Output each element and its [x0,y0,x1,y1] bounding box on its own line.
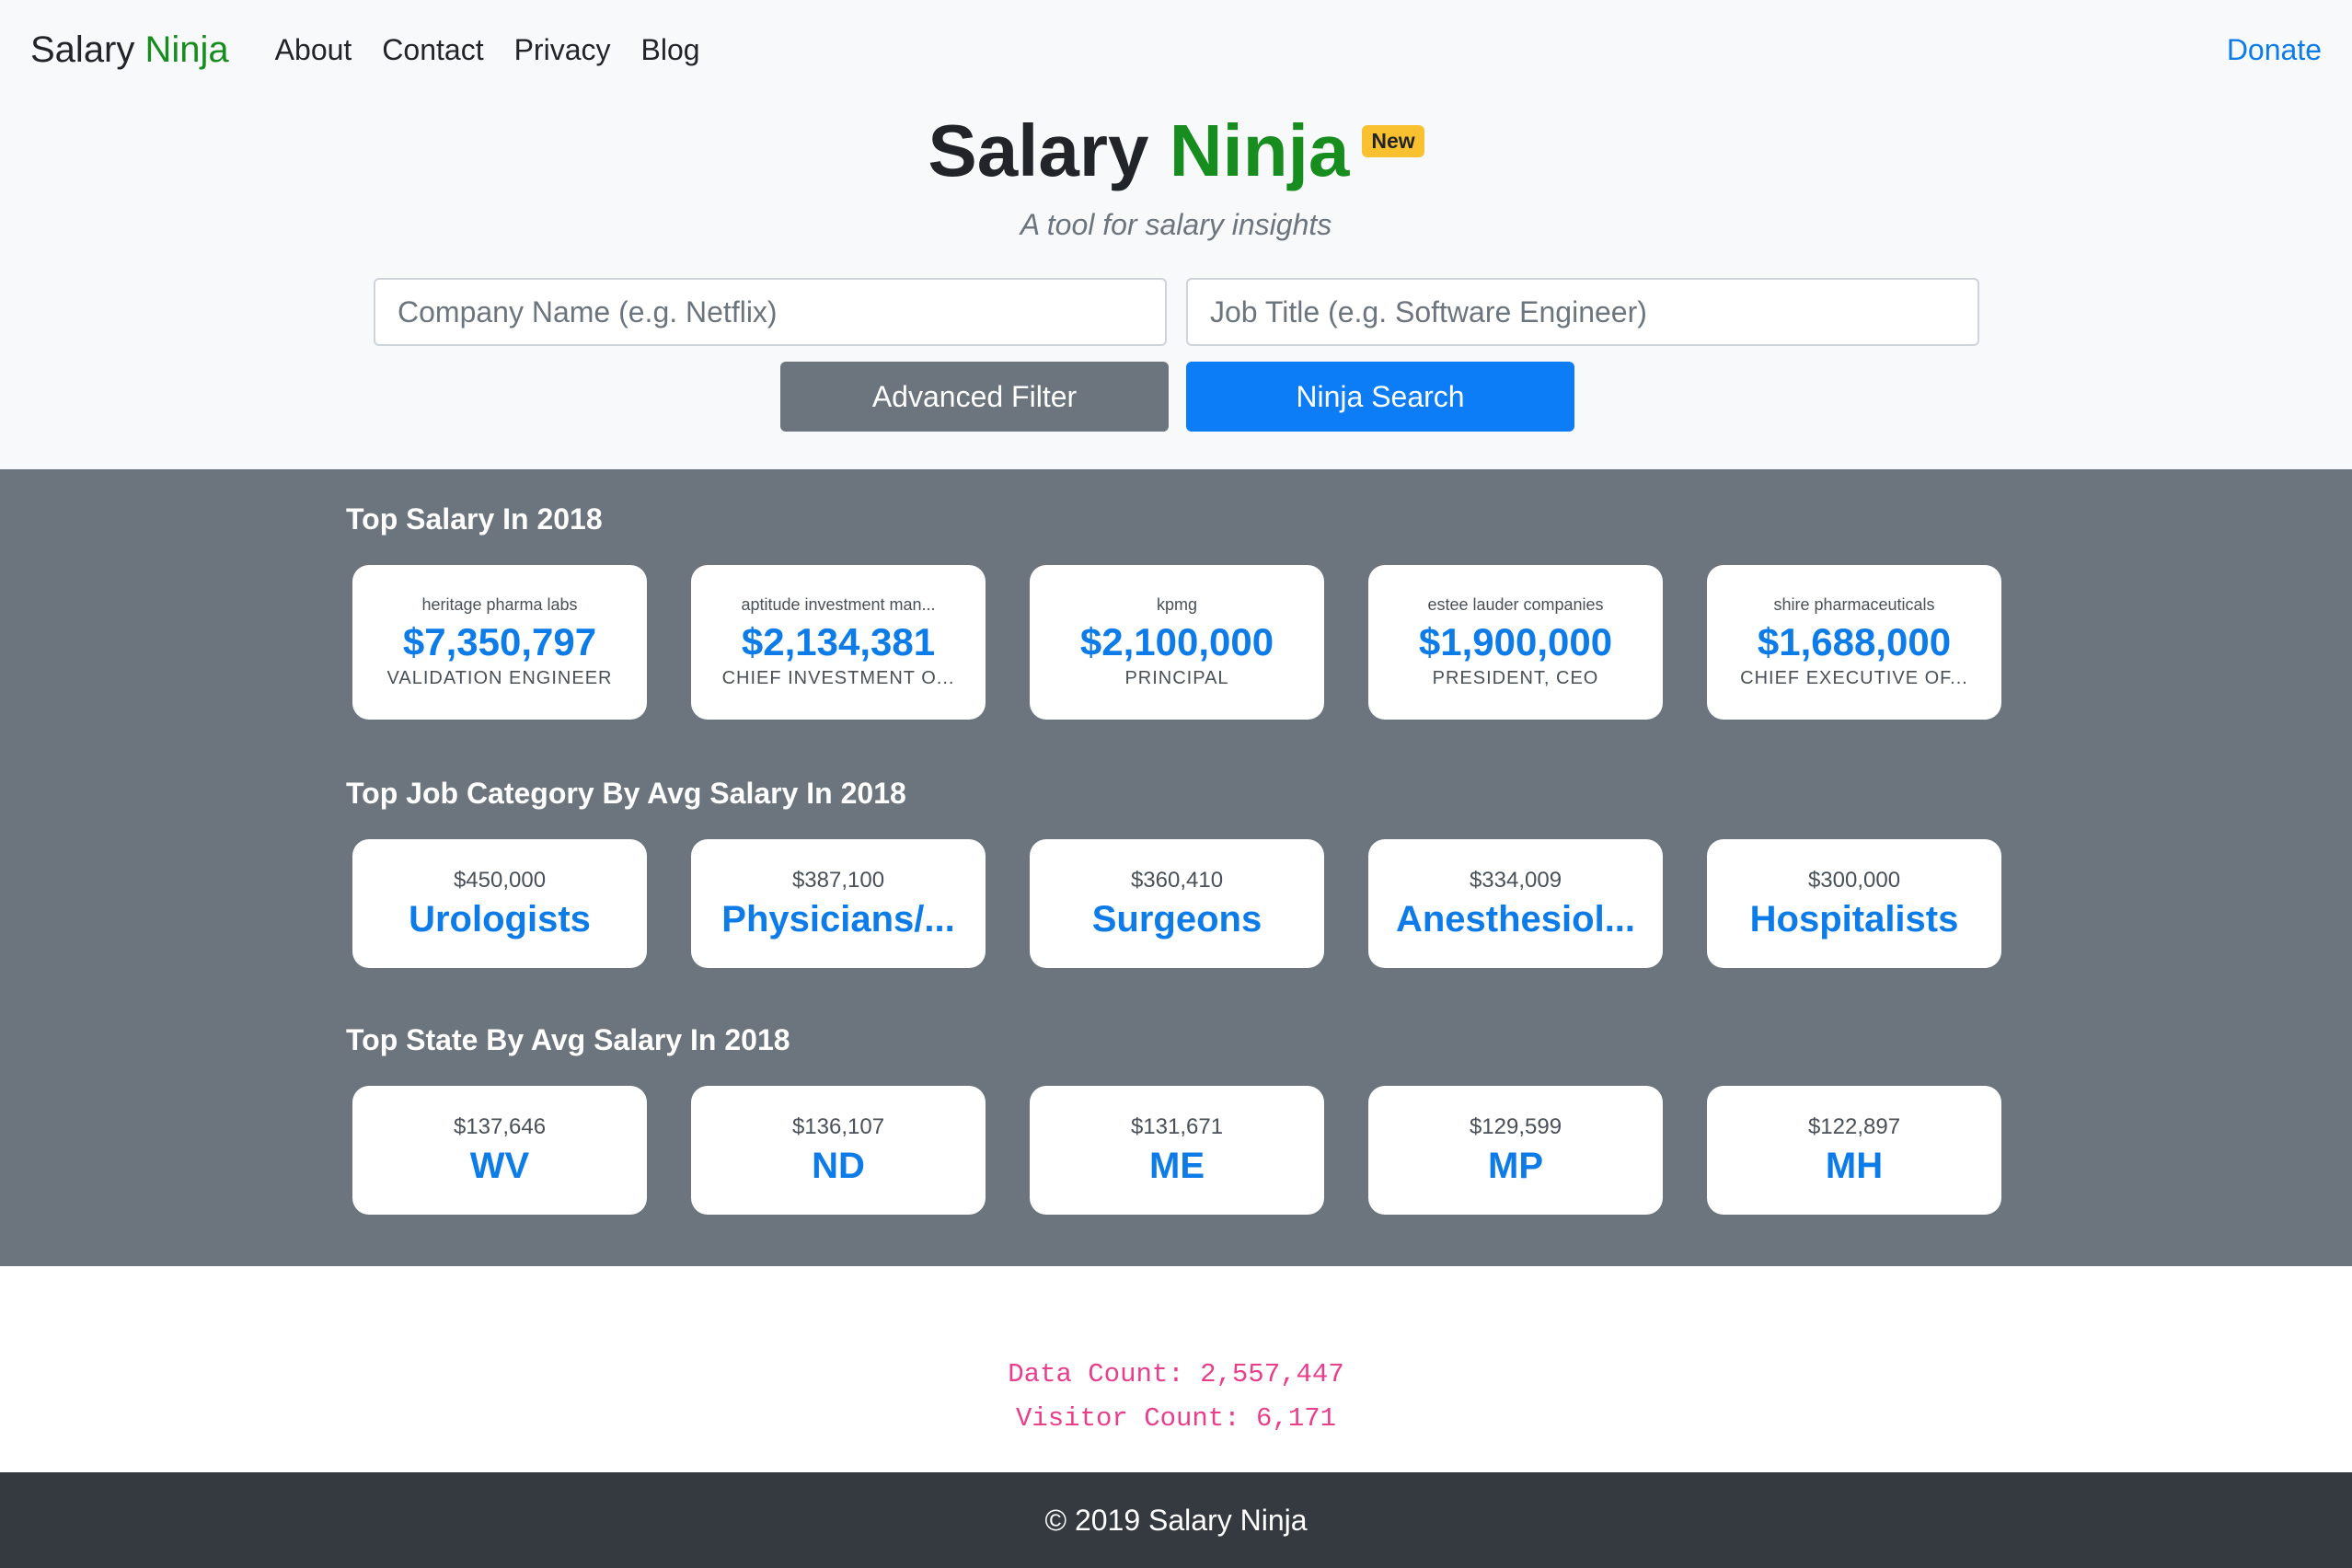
card-amount: $122,897 [1807,1113,1901,1139]
card-amount: $300,000 [1807,867,1901,893]
category-card[interactable]: $450,000 Urologists [352,839,647,968]
card-job-title: CHIEF EXECUTIVE OF... [1740,668,1968,688]
card-job-title: PRESIDENT, CEO [1432,668,1599,688]
card-state: MP [1488,1145,1543,1186]
card-category: Hospitalists [1749,898,1959,940]
state-card[interactable]: $131,671 ME [1030,1086,1324,1215]
company-name-input[interactable] [374,278,1167,346]
salary-card[interactable]: heritage pharma labs $7,350,797 VALIDATI… [352,565,647,720]
top-salary-heading: Top Salary In 2018 [346,502,603,536]
card-job-title: CHIEF INVESTMENT O... [721,668,955,688]
card-state: WV [469,1145,530,1186]
card-amount: $334,009 [1469,867,1562,893]
brand-link[interactable]: Salary Ninja [30,29,229,71]
ninja-search-button[interactable]: Ninja Search [1186,362,1574,432]
category-card[interactable]: $334,009 Anesthesiol... [1368,839,1663,968]
title-main: Salary [928,110,1149,191]
counts-block: Data Count: 2,557,447 Visitor Count: 6,1… [0,1353,2352,1441]
new-badge: New [1362,125,1424,157]
footer: © 2019 Salary Ninja [0,1472,2352,1568]
brand-main: Salary [30,29,135,70]
card-job-title: VALIDATION ENGINEER [386,668,613,688]
card-salary: $2,134,381 [741,620,936,663]
card-state: ND [812,1145,865,1186]
category-card[interactable]: $360,410 Surgeons [1030,839,1324,968]
top-salary-row: heritage pharma labs $7,350,797 VALIDATI… [352,565,2001,720]
salary-card[interactable]: shire pharmaceuticals $1,688,000 CHIEF E… [1707,565,2001,720]
top-state-heading: Top State By Avg Salary In 2018 [346,1023,790,1056]
data-count: Data Count: 2,557,447 [1008,1359,1344,1389]
top-category-row: $450,000 Urologists $387,100 Physicians/… [352,839,2001,968]
card-salary: $7,350,797 [402,620,597,663]
salary-card[interactable]: kpmg $2,100,000 PRINCIPAL [1030,565,1324,720]
state-card[interactable]: $129,599 MP [1368,1086,1663,1215]
state-card[interactable]: $122,897 MH [1707,1086,2001,1215]
card-category: Physicians/... [721,898,955,940]
card-category: Surgeons [1091,898,1262,940]
page-title: Salary Ninja New [0,105,2352,197]
nav-link-privacy[interactable]: Privacy [514,33,611,67]
hero-section: Salary Ninja New A tool for salary insigh… [0,99,2352,469]
stats-section: Top Salary In 2018 heritage pharma labs … [0,469,2352,1266]
subtitle: A tool for salary insights [1020,208,1332,241]
card-company: estee lauder companies [1427,595,1604,614]
card-salary: $1,688,000 [1757,620,1952,663]
card-category: Anesthesiol... [1395,898,1636,940]
job-title-input[interactable] [1186,278,1979,346]
nav-link-contact[interactable]: Contact [382,33,483,67]
salary-card[interactable]: estee lauder companies $1,900,000 PRESID… [1368,565,1663,720]
nav-link-about[interactable]: About [275,33,352,67]
card-amount: $387,100 [791,867,885,893]
card-amount: $129,599 [1469,1113,1562,1139]
top-category-heading: Top Job Category By Avg Salary In 2018 [346,777,906,810]
state-card[interactable]: $136,107 ND [691,1086,986,1215]
card-job-title: PRINCIPAL [1124,668,1229,688]
card-company: heritage pharma labs [421,595,578,614]
brand-accent: Ninja [144,29,229,70]
visitor-count: Visitor Count: 6,171 [1015,1403,1337,1434]
top-state-row: $137,646 WV $136,107 ND $131,671 ME $129… [352,1086,2001,1215]
nav-link-blog[interactable]: Blog [640,33,699,67]
card-amount: $450,000 [453,867,547,893]
card-salary: $2,100,000 [1079,620,1274,663]
salary-card[interactable]: aptitude investment man... $2,134,381 CH… [691,565,986,720]
card-amount: $137,646 [453,1113,547,1139]
card-state: ME [1149,1145,1205,1186]
footer-copyright: © 2019 Salary Ninja [1044,1503,1308,1537]
nav-links: About Contact Privacy Blog [275,33,731,67]
card-company: shire pharmaceuticals [1773,595,1935,614]
card-amount: $131,671 [1130,1113,1224,1139]
card-company: kpmg [1156,595,1197,614]
card-amount: $360,410 [1130,867,1224,893]
advanced-filter-button[interactable]: Advanced Filter [780,362,1169,432]
donate-link[interactable]: Donate [2227,33,2322,67]
card-amount: $136,107 [791,1113,885,1139]
card-category: Urologists [409,898,591,940]
state-card[interactable]: $137,646 WV [352,1086,647,1215]
card-company: aptitude investment man... [741,595,936,614]
card-salary: $1,900,000 [1418,620,1613,663]
title-accent: Ninja [1169,110,1350,191]
category-card[interactable]: $300,000 Hospitalists [1707,839,2001,968]
navbar: Salary Ninja About Contact Privacy Blog … [0,0,2352,99]
category-card[interactable]: $387,100 Physicians/... [691,839,986,968]
card-state: MH [1825,1145,1884,1186]
